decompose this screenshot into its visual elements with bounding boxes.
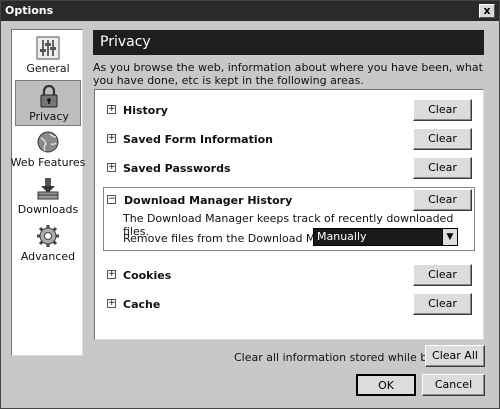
ok-button[interactable]: OK [356,374,416,396]
privacy-item-label: Cache [123,298,161,311]
category-general[interactable]: General [15,33,81,79]
padlock-icon [40,84,58,108]
privacy-intro-text: As you browse the web, information about… [93,61,483,87]
options-window: Options x General Privacy Web Features D… [0,0,500,409]
privacy-item-label: Download Manager History [124,194,293,207]
clear-passwords-button[interactable]: Clear [413,157,472,179]
privacy-item-history: + History Clear [103,99,475,123]
download-history-header: − Download Manager History Clear [104,189,474,213]
category-pane: General Privacy Web Features Downloads A… [11,29,85,356]
remove-files-value: Manually [317,230,367,243]
clear-form-information-button[interactable]: Clear [413,128,472,150]
window-title: Options [5,4,54,17]
expand-icon[interactable]: + [107,105,116,114]
privacy-item-label: History [123,104,168,117]
cancel-button[interactable]: Cancel [422,374,485,396]
privacy-item-label: Cookies [123,269,172,282]
page-title: Privacy [93,30,484,55]
clear-download-history-button[interactable]: Clear [413,189,472,211]
category-label: Advanced [20,250,76,263]
category-label: Downloads [17,203,79,216]
privacy-item-saved-passwords: + Saved Passwords Clear [103,157,475,181]
category-web-features[interactable]: Web Features [11,127,85,173]
dropdown-arrow-icon[interactable]: ▼ [442,229,457,245]
privacy-item-cache: + Cache Clear [103,293,475,317]
privacy-item-saved-form-information: + Saved Form Information Clear [103,128,475,152]
category-label: Privacy [29,110,69,123]
title-bar: Options x [1,1,499,21]
privacy-item-label: Saved Form Information [123,133,274,146]
clear-all-button[interactable]: Clear All [425,345,485,367]
clear-cookies-button[interactable]: Clear [413,264,472,286]
expand-icon[interactable]: + [107,134,116,143]
download-tray-icon [37,178,59,200]
globe-icon [37,131,59,153]
category-label: General [26,62,70,75]
category-privacy[interactable]: Privacy [15,80,81,126]
privacy-item-cookies: + Cookies Clear [103,264,475,288]
clear-history-button[interactable]: Clear [413,99,472,121]
sliders-icon [36,36,60,60]
expand-icon[interactable]: + [107,299,116,308]
privacy-items-list: + History Clear + Saved Form Information… [94,89,484,340]
expand-icon[interactable]: + [107,270,116,279]
close-button[interactable]: x [479,4,495,18]
category-advanced[interactable]: Advanced [15,221,81,267]
privacy-item-label: Saved Passwords [123,162,231,175]
collapse-icon[interactable]: − [107,195,116,204]
privacy-item-download-manager-history: − Download Manager History Clear The Dow… [103,187,475,251]
category-downloads[interactable]: Downloads [15,174,81,220]
expand-icon[interactable]: + [107,163,116,172]
gear-icon [37,225,59,247]
category-label: Web Features [10,156,86,169]
clear-cache-button[interactable]: Clear [413,293,472,315]
remove-files-select[interactable]: Manually ▼ [313,228,458,246]
